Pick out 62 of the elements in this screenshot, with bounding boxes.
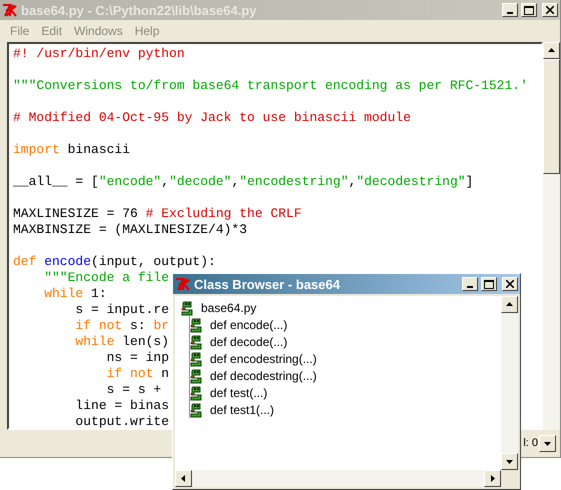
code-line: output.write	[74, 414, 170, 428]
close-icon	[546, 6, 554, 14]
triangle-icon	[180, 475, 187, 482]
column-indicator: l: 0	[523, 437, 538, 449]
code-line: line = binas	[74, 398, 170, 414]
code-line: """Conversions to/from base64 transport encoding as per RFC-1521.'	[13, 78, 528, 94]
scroll-left-button[interactable]	[175, 470, 192, 487]
minimize-button[interactable]	[462, 277, 478, 291]
tree-item[interactable]: def encode(...)	[210, 318, 288, 332]
window-title: Class Browser - base64	[194, 276, 341, 292]
close-button[interactable]	[502, 277, 518, 291]
tree-item[interactable]: def decode(...)	[210, 334, 288, 348]
scroll-down-button[interactable]	[501, 453, 518, 470]
close-button[interactable]	[542, 3, 558, 17]
code-line: """Encode a file	[43, 270, 170, 286]
feather-icon	[2, 3, 18, 17]
snake-icon	[190, 334, 204, 350]
code-line: if not s: br	[74, 318, 170, 334]
code-line: while 1:	[43, 286, 107, 302]
code-line: ns = inp	[106, 350, 170, 366]
tree-item[interactable]: base64.py	[201, 300, 256, 314]
maximize-button[interactable]	[521, 3, 537, 17]
vertical-scrollbar[interactable]	[501, 296, 518, 470]
tree-item[interactable]: def test(...)	[210, 386, 268, 400]
code-line: import binascii	[13, 142, 130, 158]
code-line: #! /usr/bin/env python	[13, 46, 185, 62]
maximize-icon	[524, 6, 534, 14]
code-line: if not n	[106, 366, 170, 382]
triangle-icon	[506, 301, 513, 308]
snake-icon	[181, 300, 195, 316]
code-line: s = input.re	[74, 302, 170, 318]
scroll-right-button[interactable]	[484, 470, 501, 487]
scroll-up-button[interactable]	[543, 42, 560, 59]
triangle-icon	[506, 458, 513, 465]
code-line: s = s +	[106, 382, 162, 398]
tree-item[interactable]: def test1(...)	[210, 402, 274, 416]
maximize-icon	[484, 280, 494, 288]
maximize-button[interactable]	[481, 277, 497, 291]
code-line: # Modified 04-Oct-95 by Jack to use binascii module	[13, 110, 411, 126]
triangle-icon	[489, 475, 496, 482]
snake-icon	[190, 350, 204, 366]
snake-icon	[190, 368, 204, 384]
triangle-icon	[544, 440, 551, 446]
scroll-up-button[interactable]	[501, 296, 518, 313]
code-line: __all__ = ["encode","decode","encodestring","decodestring"]	[13, 174, 474, 190]
horizontal-scrollbar[interactable]	[175, 470, 501, 487]
code-line: MAXBINSIZE = (MAXLINESIZE/4)*3	[13, 222, 248, 238]
feather-icon	[175, 277, 191, 291]
code-line: while len(s)	[74, 334, 170, 350]
code-line: def encode(input, output):	[13, 254, 216, 270]
tree-item[interactable]: def decodestring(...)	[210, 368, 317, 382]
tree-item[interactable]: def encodestring(...)	[210, 352, 317, 366]
scroll-thumb[interactable]	[543, 59, 560, 174]
dropdown-button[interactable]	[539, 434, 556, 452]
close-icon	[506, 280, 514, 288]
snake-icon	[190, 384, 204, 400]
triangle-icon	[548, 47, 555, 54]
snake-icon	[190, 316, 204, 332]
vertical-scrollbar[interactable]	[543, 42, 560, 430]
minimize-button[interactable]	[502, 3, 518, 17]
code-line: MAXLINESIZE = 76 # Excluding the CRLF	[13, 206, 302, 222]
snake-icon	[190, 402, 204, 418]
